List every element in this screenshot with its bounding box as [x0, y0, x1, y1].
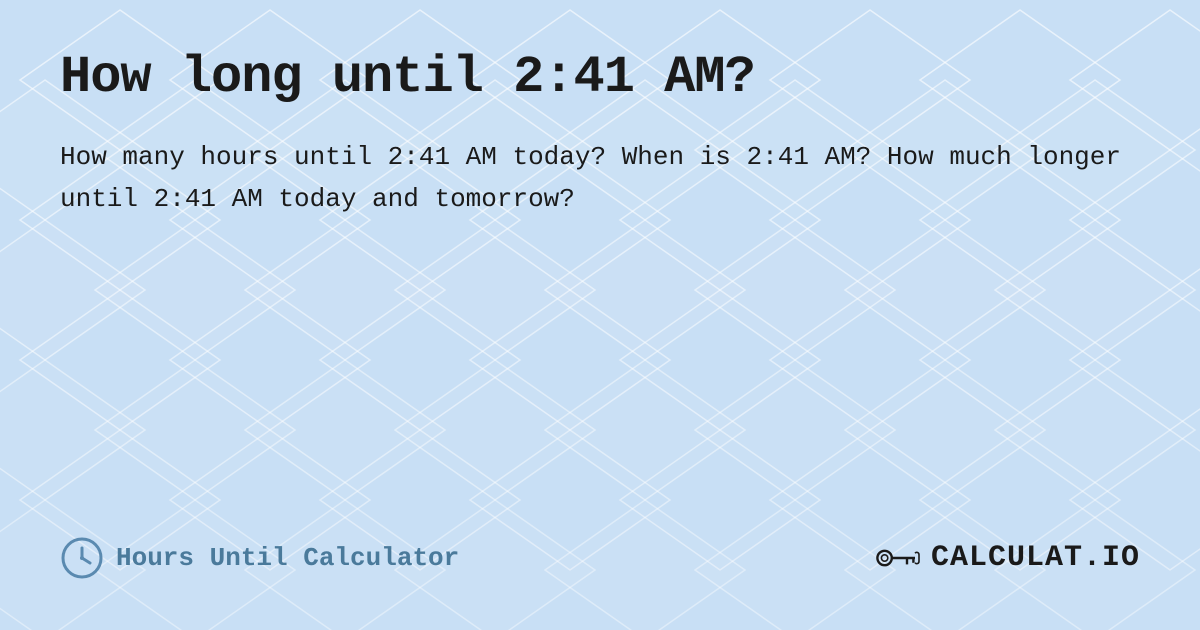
page-description: How many hours until 2:41 AM today? When…: [60, 137, 1140, 220]
clock-icon: [60, 536, 104, 580]
brand-name: CALCULAT.IO: [931, 541, 1140, 575]
site-label: Hours Until Calculator: [116, 543, 459, 573]
site-branding-left: Hours Until Calculator: [60, 536, 459, 580]
brand-icon: [875, 540, 923, 576]
footer: Hours Until Calculator CALCULAT.IO: [60, 536, 1140, 590]
page-title: How long until 2:41 AM?: [60, 48, 1140, 107]
brand-logo: CALCULAT.IO: [875, 540, 1140, 576]
